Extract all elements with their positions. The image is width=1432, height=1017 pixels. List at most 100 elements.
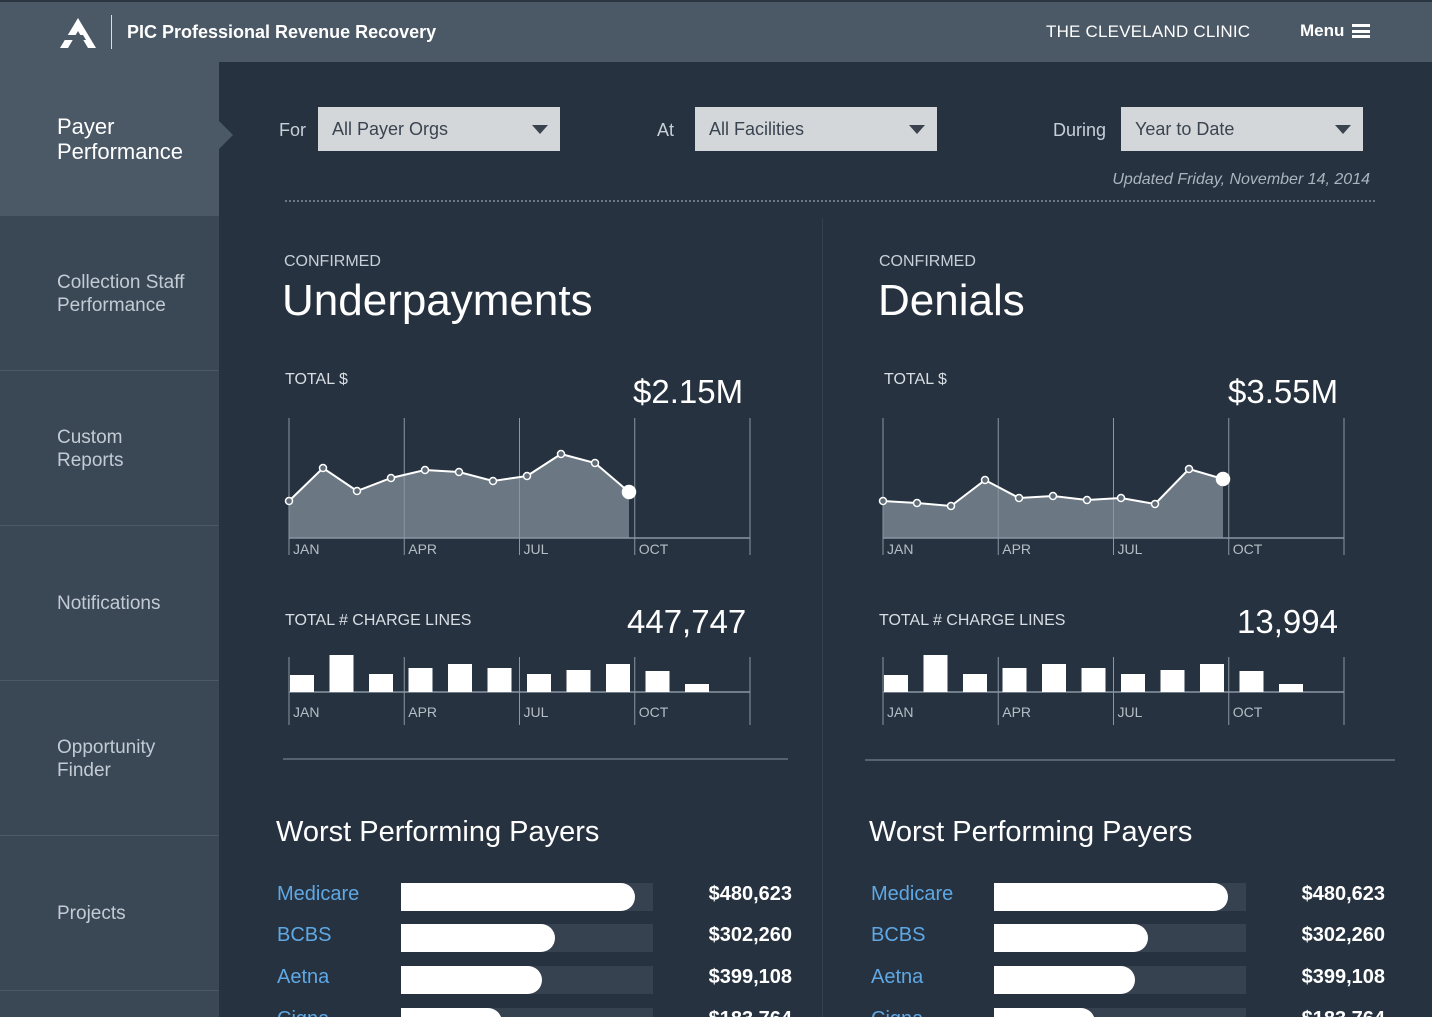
right-payer-name-medicare[interactable]: Medicare: [871, 883, 953, 906]
logo-icon[interactable]: [58, 16, 98, 50]
right-payer-name-cigna[interactable]: Cigna: [871, 1008, 923, 1017]
bar: [1121, 674, 1145, 692]
sidebar-item-label: Payer Performance: [57, 113, 183, 164]
chevron-down-icon: [1335, 125, 1351, 134]
underpayments-lines-value: 447,747: [627, 603, 747, 640]
sidebar-item-payer-performance[interactable]: Payer Performance: [0, 62, 233, 216]
payer-bar-track: [401, 924, 653, 952]
denials-total-chart: JAN APR JUL OCT: [878, 418, 1345, 557]
data-point: [318, 463, 328, 473]
bar: [1002, 668, 1027, 692]
right-payer-name-bcbs[interactable]: BCBS: [871, 924, 925, 947]
bar: [685, 684, 709, 692]
x-tick-label: APR: [1002, 541, 1031, 557]
current-point: [1215, 471, 1231, 487]
period-select[interactable]: Year to Date: [1121, 107, 1363, 151]
denials-total-label: TOTAL $: [884, 371, 947, 388]
x-tick-label: OCT: [1233, 704, 1263, 720]
right-payer-name-aetna[interactable]: Aetna: [871, 966, 923, 989]
updated-timestamp: Updated Friday, November 14, 2014: [1112, 171, 1370, 188]
x-tick-label: JAN: [293, 704, 319, 720]
x-tick-label: OCT: [639, 541, 669, 557]
sidebar-item-opportunity-finder[interactable]: Opportunity Finder: [0, 682, 219, 836]
data-point: [1150, 499, 1160, 509]
denials-title: Denials: [878, 276, 1025, 325]
bar: [1160, 670, 1185, 692]
bar: [645, 671, 670, 692]
underpayments-eyebrow: CONFIRMED: [284, 253, 381, 270]
data-point: [1082, 495, 1092, 505]
menu-label: Menu: [1300, 21, 1345, 40]
x-tick-label: OCT: [639, 704, 669, 720]
logo-separator: [111, 15, 112, 49]
underpayments-lines-chart: JAN APR JUL OCT: [288, 655, 751, 725]
sidebar: Payer Performance Collection Staff Perfo…: [0, 62, 233, 1017]
menu-button[interactable]: Menu: [1300, 21, 1371, 41]
sidebar-item-label: Notifications: [57, 593, 161, 614]
x-tick-label: OCT: [1233, 541, 1263, 557]
sidebar-item-label: Collection Staff Performance: [57, 271, 185, 316]
during-label: During: [1053, 120, 1107, 140]
divider: [283, 758, 788, 760]
bar: [290, 675, 314, 692]
payer-amount: $399,108: [1301, 966, 1385, 988]
bar: [963, 674, 987, 692]
payer-amount: $302,260: [1301, 924, 1385, 946]
period-value: Year to Date: [1135, 119, 1235, 139]
left-payer-name-aetna[interactable]: Aetna: [277, 966, 329, 989]
sidebar-item-label: Opportunity Finder: [57, 736, 156, 781]
sidebar-item-label: Custom Reports: [57, 426, 124, 471]
payer-bar-track: [994, 883, 1246, 911]
chevron-down-icon: [909, 125, 925, 134]
data-point: [946, 501, 956, 511]
data-point: [1014, 493, 1024, 503]
sidebar-item-notifications[interactable]: Notifications: [0, 527, 219, 681]
left-payer-name-bcbs[interactable]: BCBS: [277, 924, 331, 947]
underpayments-total-label: TOTAL $: [285, 371, 348, 388]
payer-org-select[interactable]: All Payer Orgs: [318, 107, 560, 151]
bar: [1239, 671, 1264, 692]
underpayments-total-value: $2.15M: [633, 373, 744, 410]
left-payer-name-cigna[interactable]: Cigna: [277, 1008, 329, 1017]
data-point: [556, 449, 566, 459]
x-tick-label: JAN: [293, 541, 319, 557]
chevron-down-icon: [532, 125, 548, 134]
payer-bar-track: [994, 1008, 1246, 1017]
x-tick-label: APR: [408, 704, 437, 720]
bar: [1200, 664, 1224, 692]
bar: [487, 668, 512, 692]
payer-bar-fill: [994, 966, 1136, 994]
for-label: For: [279, 120, 306, 140]
payer-org-value: All Payer Orgs: [332, 119, 449, 139]
data-point: [352, 486, 362, 496]
left-payer-name-medicare[interactable]: Medicare: [277, 883, 359, 906]
data-point: [912, 498, 922, 508]
x-tick-label: APR: [1002, 704, 1031, 720]
bar: [606, 664, 630, 692]
denials-lines-label: TOTAL # CHARGE LINES: [879, 612, 1066, 629]
bar: [923, 655, 948, 692]
denials-lines-value: 13,994: [1237, 603, 1338, 640]
x-tick-label: JAN: [887, 541, 913, 557]
sidebar-item-custom-reports[interactable]: Custom Reports: [0, 372, 219, 526]
sidebar-item-projects[interactable]: Projects: [0, 837, 219, 991]
data-point: [590, 458, 600, 468]
payer-bar-track: [994, 924, 1246, 952]
area-fill: [289, 454, 629, 538]
payer-bar-fill: [401, 966, 543, 994]
bar: [448, 664, 472, 692]
x-tick-label: JUL: [1118, 704, 1143, 720]
sidebar-item-collection-staff-performance[interactable]: Collection Staff Performance: [0, 217, 219, 371]
hamburger-icon: [1352, 24, 1371, 38]
data-point: [488, 476, 498, 486]
payer-bar-fill: [994, 924, 1148, 952]
payer-amount: $399,108: [708, 966, 792, 988]
payer-bar-fill: [994, 883, 1229, 911]
payer-amount: $183,764: [1245, 1008, 1385, 1017]
payer-bar-fill: [401, 883, 636, 911]
data-point: [980, 475, 990, 485]
right-worst-payers-title: Worst Performing Payers: [869, 816, 1193, 848]
facility-select[interactable]: All Facilities: [695, 107, 937, 151]
bar: [329, 655, 354, 692]
bar: [1042, 664, 1066, 692]
